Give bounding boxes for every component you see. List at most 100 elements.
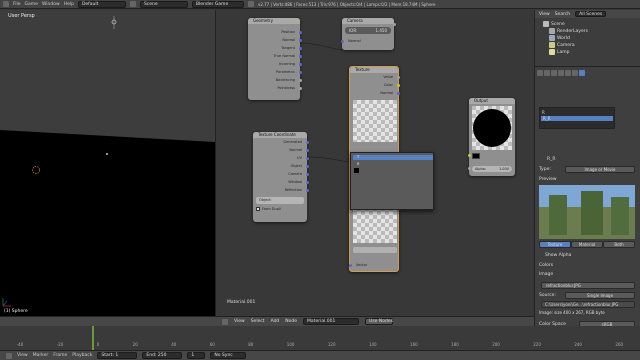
image-panel-header[interactable]: Image [539, 272, 553, 277]
node-menu-view[interactable]: View [234, 319, 245, 324]
material-label: Material.001 [227, 300, 256, 305]
use-nodes-toggle[interactable]: Use Nodes [365, 318, 394, 325]
timeline-type-icon[interactable] [6, 352, 12, 359]
stats-text: v2.77 | Verts:486 | Faces:513 | Tris:976… [257, 1, 436, 7]
outliner-item-label: Scene [551, 21, 565, 27]
output-node-title[interactable]: Output [469, 98, 515, 104]
menu-help[interactable]: Help [64, 2, 74, 7]
texture-slot-list[interactable]: R R_R [539, 107, 615, 129]
dropdown-item-selected[interactable]: T [353, 155, 433, 160]
show-alpha-checkbox[interactable]: Show Alpha [545, 253, 571, 258]
type-dropdown[interactable]: Image or Movie [565, 166, 635, 173]
preview-both-tab[interactable]: Both [603, 241, 635, 248]
outliner-item-label: World [557, 35, 570, 41]
source-dropdown[interactable]: Single Image [565, 292, 635, 299]
info-editor-icon[interactable] [3, 1, 9, 7]
outliner-item-lamp[interactable]: Lamp [549, 49, 570, 55]
3d-viewport[interactable]: User Persp (1) Sphere [0, 10, 215, 316]
scene-selector[interactable]: Scene [139, 0, 188, 8]
texture-dropdown[interactable]: T R [350, 152, 434, 210]
outliner-item-camera[interactable]: Camera [549, 42, 575, 48]
dropdown-item-2[interactable]: R [357, 162, 359, 166]
current-frame-field[interactable]: 1 [187, 352, 206, 359]
image-path-field[interactable]: C:\Users\yoni\Ge...\refractionblur.JPG [541, 301, 635, 308]
viewport-label: User Persp [8, 13, 35, 19]
image-name-field[interactable]: refractionblur.JPG [541, 282, 635, 289]
image-info-text: Image: size 400 x 267, RGB byte [539, 310, 605, 315]
end-frame-field[interactable]: End: 250 [142, 352, 183, 359]
timeline-menu-marker[interactable]: Marker [33, 353, 49, 358]
node-menu-node[interactable]: Node [285, 319, 297, 324]
outliner-display-mode[interactable]: All Scenes [575, 11, 607, 17]
menu-game[interactable]: Game [25, 2, 38, 7]
scene-tab-icon[interactable] [544, 70, 550, 76]
start-frame-field[interactable]: Start: 1 [97, 352, 138, 359]
socket-output-color[interactable] [467, 154, 471, 157]
outliner-item-label: Lamp [557, 49, 570, 55]
modifier-tab-icon[interactable] [565, 70, 571, 76]
blender-logo-icon [247, 1, 254, 7]
output-color-swatch[interactable] [472, 153, 480, 159]
source-label: Source: [539, 293, 556, 298]
outliner[interactable]: View Search All Scenes Scene RenderLayer… [534, 10, 640, 66]
timeline-ruler: -40 -20 0 20 40 60 80 100 120 140 160 18… [0, 342, 640, 347]
alpha-value: 1.000 [498, 167, 509, 171]
lamp-item-icon [549, 49, 555, 55]
world-tab-icon[interactable] [551, 70, 557, 76]
object-tab-icon[interactable] [558, 70, 564, 76]
scene-item-icon [543, 21, 549, 27]
tex-slot-2[interactable]: R_R [541, 116, 613, 121]
tex-slot-1[interactable]: R [542, 110, 545, 115]
menu-file[interactable]: File [13, 2, 21, 7]
tick-label: 0 [96, 342, 100, 347]
tick-label: 200 [492, 342, 500, 347]
outliner-item-world[interactable]: World [549, 35, 570, 41]
info-header: File Game Window Help Default Scene Blen… [0, 0, 640, 9]
node-menu-select[interactable]: Select [251, 319, 265, 324]
tick-label: 260 [615, 342, 624, 347]
menu-window[interactable]: Window [42, 2, 60, 7]
active-object-label: (1) Sphere [4, 309, 28, 314]
preview-material-tab[interactable]: Material [571, 241, 603, 248]
renderlayers-icon [549, 28, 555, 34]
outliner-item-scene[interactable]: Scene [543, 21, 565, 27]
tick-label: 100 [286, 342, 295, 347]
timeline[interactable]: -40 -20 0 20 40 60 80 100 120 140 160 18… [0, 326, 640, 350]
output-node[interactable]: Output Alpha: 1.000 [467, 98, 515, 176]
type-label: Type: [539, 167, 551, 172]
tick-label: 60 [209, 342, 215, 347]
material-tab-icon[interactable] [572, 70, 578, 76]
node-editor-type-icon[interactable] [222, 318, 228, 325]
layout-selector[interactable]: Default [77, 0, 126, 8]
dropdown-item-3-icon[interactable] [354, 168, 359, 173]
end-value: 250 [157, 353, 167, 358]
node-menu-add[interactable]: Add [271, 319, 280, 324]
scene-icon [129, 1, 136, 7]
timeline-menu-playback[interactable]: Playback [72, 353, 92, 358]
camera-icon [549, 42, 555, 48]
engine-selector[interactable]: Blender Game [191, 0, 244, 8]
outliner-item-renderlayers[interactable]: RenderLayers [549, 28, 588, 34]
properties-editor[interactable]: R R_R R_R Type: Image or Movie Preview T… [534, 66, 640, 316]
timeline-menu-view[interactable]: View [17, 353, 28, 358]
tick-label: -40 [16, 342, 24, 347]
preview-texture-tab[interactable]: Texture [539, 241, 571, 248]
material-selector[interactable]: Material.001 [303, 318, 360, 325]
outliner-header: View Search All Scenes [535, 10, 640, 18]
outliner-search-menu[interactable]: Search [555, 12, 570, 17]
node-editor[interactable]: Geometry Position Normal Tangent True No… [215, 10, 533, 316]
tick-label: 160 [410, 342, 418, 347]
socket-output-alpha[interactable] [467, 167, 471, 170]
timeline-menu-frame[interactable]: Frame [53, 353, 67, 358]
texture-name[interactable]: R_R [547, 157, 556, 162]
texture-preview-image [539, 185, 635, 239]
alpha-label: Alpha: [475, 167, 487, 171]
texture-tab-icon[interactable] [579, 70, 585, 76]
render-tab-icon[interactable] [537, 70, 543, 76]
alpha-field[interactable]: Alpha: 1.000 [472, 166, 512, 172]
preview-panel-header[interactable]: Preview [539, 177, 557, 182]
colors-panel-header[interactable]: Colors [539, 263, 553, 268]
timeline-header: View Marker Frame Playback Start: 1 End:… [0, 350, 640, 360]
sync-mode-dropdown[interactable]: No Sync [210, 352, 247, 359]
outliner-view-menu[interactable]: View [539, 12, 550, 17]
